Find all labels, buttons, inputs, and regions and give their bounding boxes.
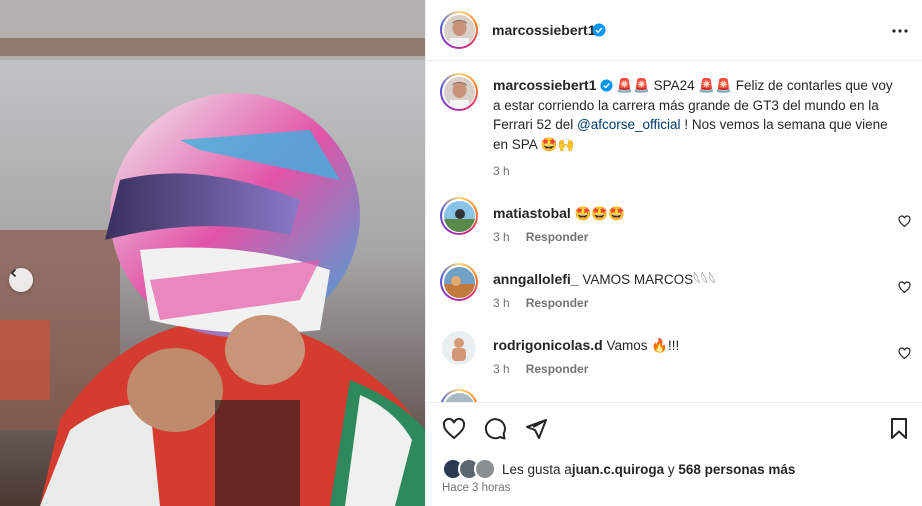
more-horizontal-icon[interactable] (891, 22, 909, 40)
caption-avatar[interactable] (440, 73, 478, 111)
likes-mid: y (664, 461, 679, 477)
comment-time: 3 h (493, 296, 510, 310)
comment-text: VAMOS MARCOS𓆩𓆩𓆩 (582, 272, 716, 287)
author-username[interactable]: marcossiebert1 (492, 22, 596, 38)
previous-image-button[interactable] (9, 268, 33, 292)
reply-button[interactable]: Responder (526, 296, 589, 310)
liker-username[interactable]: juan.c.quiroga (572, 462, 664, 477)
likes-count[interactable]: 568 personas más (678, 462, 795, 477)
post-actions: Les gusta a juan.c.quiroga y 568 persona… (426, 402, 922, 506)
verified-badge-icon (599, 79, 613, 92)
avatar-image (443, 200, 475, 232)
comment-username[interactable]: rodrigonicolas.d (493, 337, 603, 353)
avatar-image (443, 266, 475, 298)
comments-list[interactable]: marcossiebert1 🚨🚨 SPA24 🚨🚨 Feliz de cont… (426, 62, 922, 402)
caption-time: 3 h (493, 164, 510, 178)
heart-icon[interactable] (442, 417, 466, 441)
bookmark-icon[interactable] (888, 417, 910, 441)
comment-text: 🤩🤩🤩 (574, 206, 626, 221)
comment-time: 3 h (493, 362, 510, 376)
heart-icon[interactable] (898, 215, 911, 228)
likes-summary: Les gusta a juan.c.quiroga y 568 persona… (442, 458, 795, 480)
heart-icon[interactable] (898, 281, 911, 294)
comment-text: Vamos 🔥!!! (606, 338, 680, 353)
author-avatar[interactable] (440, 11, 478, 49)
caption-mention-link[interactable]: @afcorse_official (577, 117, 681, 132)
racing-driver-image (0, 0, 425, 506)
chevron-left-icon (10, 268, 17, 278)
post-timestamp: Hace 3 horas (442, 482, 511, 494)
avatar-image (442, 331, 476, 365)
share-icon[interactable] (524, 417, 548, 441)
comment-username[interactable]: anngallolefi_ (493, 271, 579, 287)
heart-icon[interactable] (898, 347, 911, 360)
comment-username[interactable]: matiastobal (493, 205, 571, 221)
comment-time: 3 h (493, 230, 510, 244)
caption-username[interactable]: marcossiebert1 (493, 77, 597, 93)
avatar-image (443, 76, 475, 108)
avatar-image (443, 14, 475, 46)
post-panel: marcossiebert1 marcossiebert1 🚨🚨 SPA24 🚨… (425, 0, 922, 506)
verified-badge-icon (592, 23, 606, 37)
likes-prefix: Les gusta a (502, 461, 572, 477)
comment-avatar-partial (440, 389, 478, 402)
post-photo[interactable] (0, 0, 425, 506)
comment-avatar[interactable] (440, 263, 478, 301)
comment-avatar[interactable] (440, 197, 478, 235)
post-caption: marcossiebert1 🚨🚨 SPA24 🚨🚨 Feliz de cont… (493, 76, 903, 182)
reply-button[interactable]: Responder (526, 362, 589, 376)
comment-icon[interactable] (483, 417, 507, 441)
post-header: marcossiebert1 (426, 0, 922, 61)
comment-avatar[interactable] (442, 331, 476, 365)
reply-button[interactable]: Responder (526, 230, 589, 244)
likers-avatars[interactable] (442, 458, 496, 480)
